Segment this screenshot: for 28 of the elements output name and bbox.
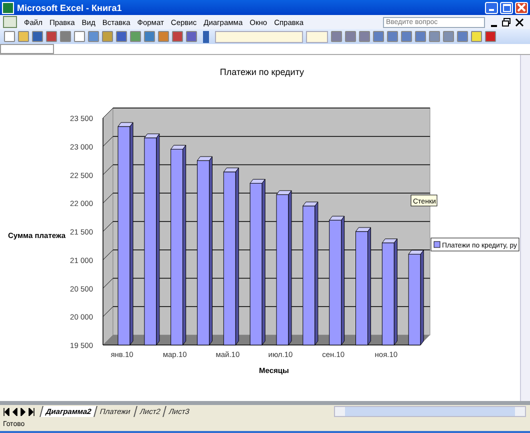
- font-combo[interactable]: [215, 30, 303, 42]
- sheet-nav-icon[interactable]: [3, 408, 37, 416]
- font-size-combo[interactable]: [306, 30, 328, 42]
- chart-doc-icon: [3, 16, 17, 28]
- minimize-button[interactable]: [485, 2, 498, 14]
- legend-swatch: [434, 241, 440, 248]
- vertical-scrollbar[interactable]: [520, 55, 530, 401]
- name-box[interactable]: [0, 44, 54, 54]
- toolbar-grip[interactable]: [203, 30, 209, 42]
- toolbar-icon[interactable]: [46, 31, 57, 42]
- toolbar-icon[interactable]: [186, 31, 197, 42]
- close-button[interactable]: [515, 2, 528, 14]
- toolbar-icon[interactable]: [4, 31, 15, 42]
- restore-icon[interactable]: [502, 18, 511, 26]
- toolbar-icon[interactable]: [102, 31, 113, 42]
- window-title: Microsoft Excel - Книга1: [17, 2, 122, 12]
- horizontal-scrollbar[interactable]: [334, 406, 526, 417]
- maximize-button[interactable]: [500, 2, 513, 14]
- toolbar-icon[interactable]: [172, 31, 183, 42]
- toolbar-icon[interactable]: [18, 31, 29, 42]
- chart-title: Платежи по кредиту: [220, 67, 304, 77]
- toolbar-icon[interactable]: [116, 31, 127, 42]
- excel-icon: [2, 2, 14, 14]
- toolbar-icon[interactable]: [485, 31, 496, 42]
- close-icon[interactable]: [515, 18, 524, 26]
- toolbar-icon[interactable]: [32, 31, 43, 42]
- toolbar-icon[interactable]: [74, 31, 85, 42]
- toolbar-icon[interactable]: [471, 31, 482, 42]
